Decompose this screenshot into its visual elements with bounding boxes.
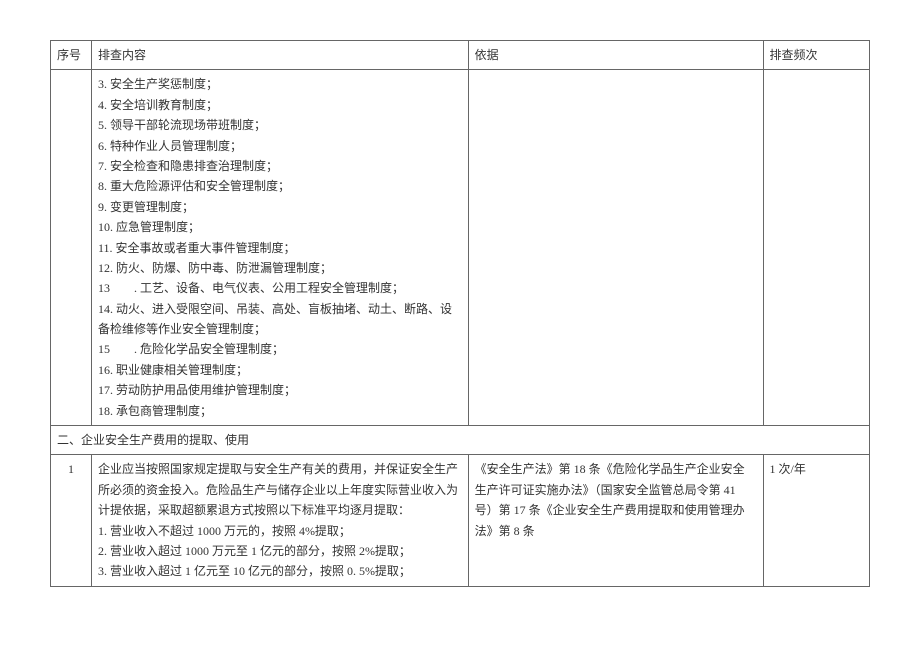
cell-freq: 1 次/年 [763, 455, 870, 586]
content-line: 4. 安全培训教育制度； [98, 95, 462, 115]
content-line: 企业应当按照国家规定提取与安全生产有关的费用，并保证安全生产所必须的资金投入。危… [98, 459, 462, 520]
cell-content: 企业应当按照国家规定提取与安全生产有关的费用，并保证安全生产所必须的资金投入。危… [91, 455, 468, 586]
content-line: 16. 职业健康相关管理制度； [98, 360, 462, 380]
cell-content: 3. 安全生产奖惩制度； 4. 安全培训教育制度； 5. 领导干部轮流现场带班制… [91, 70, 468, 426]
content-line: 11. 安全事故或者重大事件管理制度； [98, 238, 462, 258]
table-header-row: 序号 排查内容 依据 排查频次 [51, 41, 870, 70]
content-line: 10. 应急管理制度； [98, 217, 462, 237]
cell-seq: 1 [51, 455, 92, 586]
content-line: 2. 营业收入超过 1000 万元至 1 亿元的部分，按照 2%提取； [98, 541, 462, 561]
cell-seq [51, 70, 92, 426]
content-line: 7. 安全检查和隐患排查治理制度； [98, 156, 462, 176]
content-line: 3. 安全生产奖惩制度； [98, 74, 462, 94]
table-row: 3. 安全生产奖惩制度； 4. 安全培训教育制度； 5. 领导干部轮流现场带班制… [51, 70, 870, 426]
cell-basis [468, 70, 763, 426]
content-line: 3. 营业收入超过 1 亿元至 10 亿元的部分，按照 0. 5%提取； [98, 561, 462, 581]
header-freq: 排查频次 [763, 41, 870, 70]
content-line: 5. 领导干部轮流现场带班制度； [98, 115, 462, 135]
content-line: 1. 营业收入不超过 1000 万元的，按照 4%提取； [98, 521, 462, 541]
cell-freq [763, 70, 870, 426]
section-label: 二、企业安全生产费用的提取、使用 [51, 426, 870, 455]
content-line: 8. 重大危险源评估和安全管理制度； [98, 176, 462, 196]
content-line: 18. 承包商管理制度； [98, 401, 462, 421]
inspection-table: 序号 排查内容 依据 排查频次 3. 安全生产奖惩制度； 4. 安全培训教育制度… [50, 40, 870, 587]
content-lines-container: 3. 安全生产奖惩制度； 4. 安全培训教育制度； 5. 领导干部轮流现场带班制… [98, 74, 462, 421]
content-line: 15 . 危险化学品安全管理制度； [98, 339, 462, 359]
header-seq: 序号 [51, 41, 92, 70]
content-line: 6. 特种作业人员管理制度； [98, 136, 462, 156]
header-basis: 依据 [468, 41, 763, 70]
content-line: 9. 变更管理制度； [98, 197, 462, 217]
cell-basis: 《安全生产法》第 18 条《危险化学品生产企业安全生产许可证实施办法》（国家安全… [468, 455, 763, 586]
section-row: 二、企业安全生产费用的提取、使用 [51, 426, 870, 455]
content-lines-container: 企业应当按照国家规定提取与安全生产有关的费用，并保证安全生产所必须的资金投入。危… [98, 459, 462, 581]
content-line: 12. 防火、防爆、防中毒、防泄漏管理制度； [98, 258, 462, 278]
content-line: 17. 劳动防护用品使用维护管理制度； [98, 380, 462, 400]
content-line: 13 . 工艺、设备、电气仪表、公用工程安全管理制度； [98, 278, 462, 298]
table-row: 1 企业应当按照国家规定提取与安全生产有关的费用，并保证安全生产所必须的资金投入… [51, 455, 870, 586]
header-content: 排查内容 [91, 41, 468, 70]
content-line: 14. 动火、进入受限空间、吊装、高处、盲板抽堵、动土、断路、设备检维修等作业安… [98, 299, 462, 340]
